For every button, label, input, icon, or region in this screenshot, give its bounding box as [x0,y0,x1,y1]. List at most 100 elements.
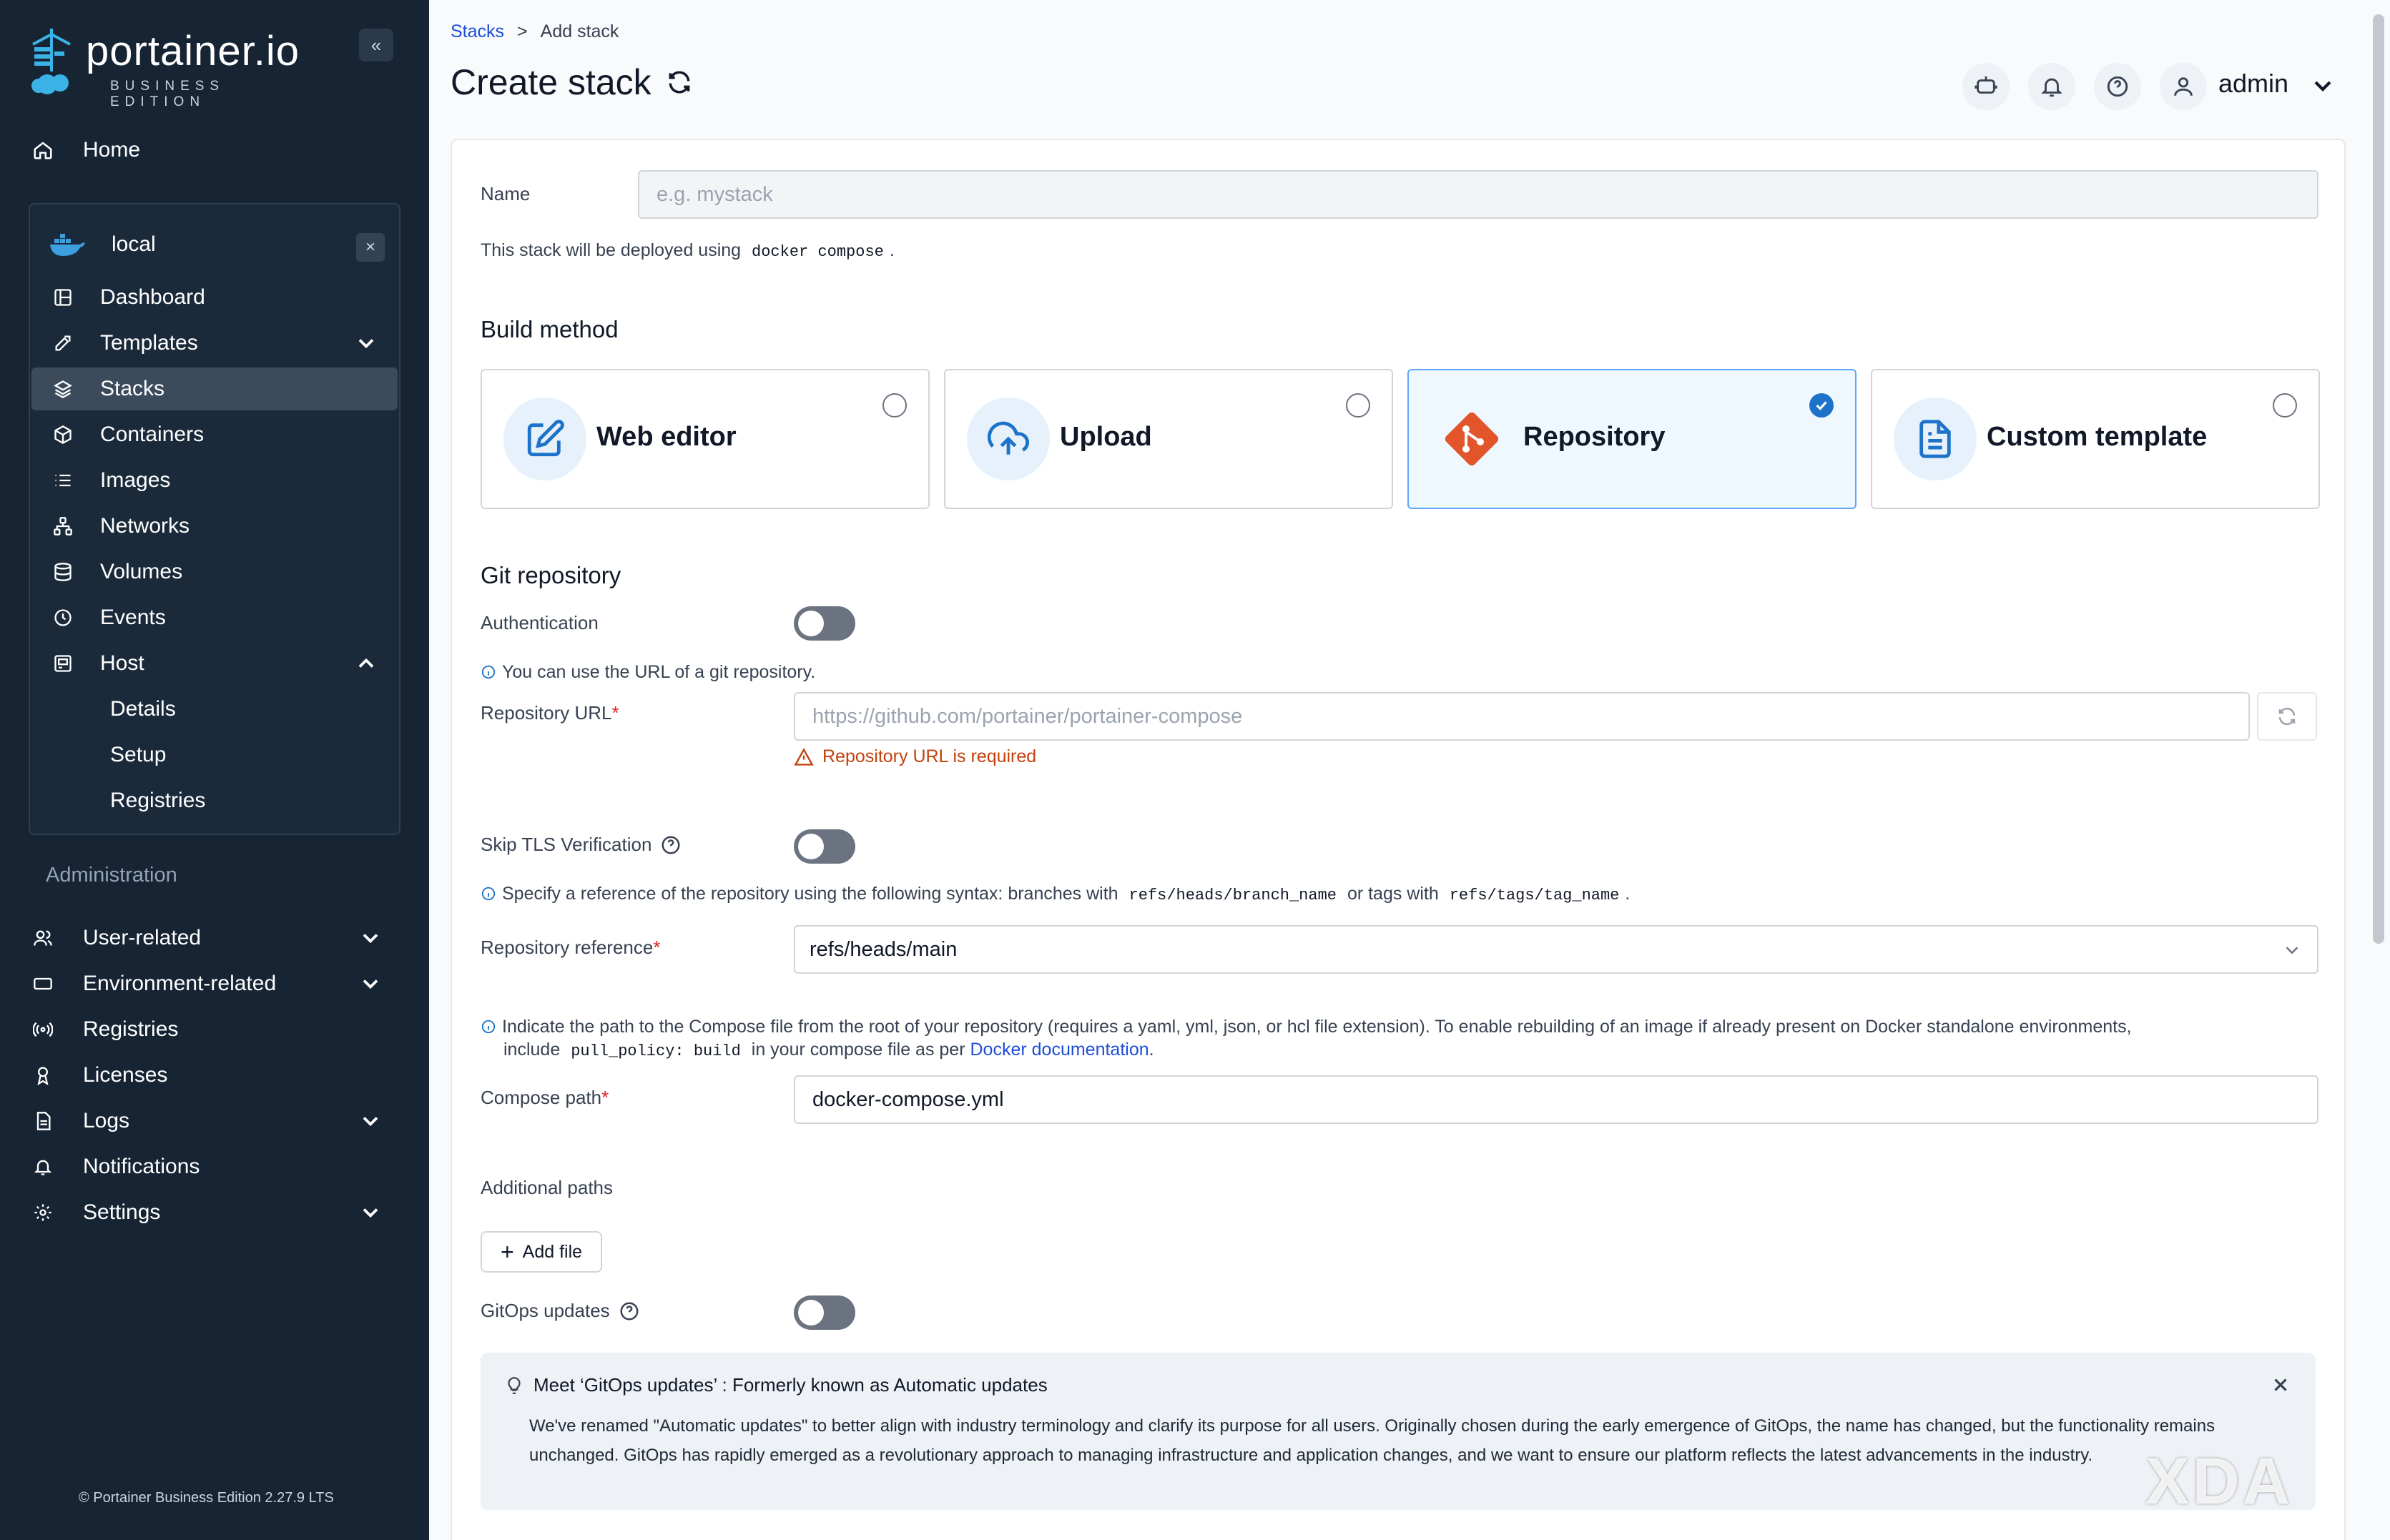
close-icon[interactable] [2270,1374,2291,1396]
reference-note-text: Specify a reference of the repository us… [502,884,1118,904]
skip-tls-toggle[interactable] [794,829,855,864]
repository-reference-select[interactable]: refs/heads/main [794,925,2318,974]
additional-paths-label: Additional paths [481,1177,614,1198]
skip-tls-label-text: Skip TLS Verification [481,834,652,855]
sidebar-subitem-setup[interactable]: Setup [110,734,166,776]
sidebar-item-label: Images [100,468,171,492]
environment-icon [29,969,57,998]
settings-icon [29,1198,57,1227]
method-radio[interactable] [2273,393,2297,418]
repository-url-input[interactable] [794,692,2250,741]
git-icon [1445,412,1499,466]
repository-url-label-text: Repository URL [481,702,612,724]
lightbulb-icon [508,1376,521,1394]
notifications-button[interactable] [2028,63,2075,110]
build-method-heading: Build method [481,316,619,342]
banner-body: We've renamed "Automatic updates" to bet… [529,1416,2216,1465]
docker-documentation-link[interactable]: Docker documentation [970,1040,1149,1060]
templates-icon [49,329,77,357]
banner-title: Meet ‘GitOps updates’ : Formerly known a… [505,1374,1048,1396]
scrollbar-thumb[interactable] [2373,14,2384,944]
double-chevron-left-icon: « [370,34,382,56]
sidebar-item-templates[interactable]: Templates [49,322,398,365]
url-note-text: You can use the URL of a git repository. [502,662,816,682]
refresh-icon[interactable] [666,69,693,96]
help-circle-icon[interactable] [660,834,682,856]
chevron-down-icon [363,934,378,944]
environment-panel: local × Dashboard Templates Stacks Conta… [29,203,400,835]
method-upload[interactable]: Upload [944,369,1393,509]
method-radio[interactable] [1346,393,1370,418]
sidebar-item-volumes[interactable]: Volumes [49,551,398,593]
sidebar-item-label: Stacks [100,377,165,400]
sidebar-item-containers[interactable]: Containers [49,413,398,456]
method-radio[interactable] [882,393,907,418]
user-avatar[interactable] [2160,63,2207,110]
sidebar-item-licenses[interactable]: Licenses [29,1054,400,1097]
reference-note-code-branch: refs/heads/branch_name [1128,887,1337,904]
sidebar-item-settings[interactable]: Settings [29,1191,400,1234]
warning-icon [794,747,814,766]
portainer-logo[interactable]: portainer.io BUSINESS EDITION [26,26,326,109]
environment-header[interactable]: local × [49,223,385,266]
sidebar-item-environment-related[interactable]: Environment-related [29,962,400,1005]
method-web-editor[interactable]: Web editor [481,369,930,509]
close-environment-button[interactable]: × [356,233,385,262]
containers-icon [49,420,77,449]
bell-icon [2041,78,2062,97]
sidebar-item-label: Dashboard [100,285,205,309]
chevron-down-icon[interactable] [2308,71,2337,100]
authentication-toggle[interactable] [794,606,855,641]
method-label: Repository [1523,422,1666,452]
method-radio-selected[interactable] [1809,393,1834,418]
breadcrumb-stacks-link[interactable]: Stacks [451,21,504,42]
add-file-button[interactable]: + Add file [481,1231,602,1273]
sidebar-item-label: Settings [83,1200,161,1224]
sidebar-item-home[interactable]: Home [29,129,400,172]
compose-path-note-code: pull_policy: build [571,1042,741,1060]
refresh-url-button[interactable] [2257,692,2317,741]
reference-note: Specify a reference of the repository us… [481,884,1630,904]
chevron-down-icon [363,1117,378,1127]
plus-icon: + [500,1239,514,1265]
sidebar-item-dashboard[interactable]: Dashboard [49,276,398,319]
xda-watermark: XDA [2145,1445,2293,1518]
sidebar-item-events[interactable]: Events [49,596,398,639]
method-icon-bubble [1894,398,1977,480]
gitops-label: GitOps updates [481,1300,640,1322]
repository-reference-value: refs/heads/main [810,937,958,961]
method-custom-template[interactable]: Custom template [1871,369,2320,509]
help-button[interactable] [2094,63,2141,110]
feedback-button[interactable] [1962,63,2010,110]
gitops-toggle[interactable] [794,1295,855,1330]
edit-icon [527,420,564,457]
sidebar-subitem-details[interactable]: Details [110,688,176,731]
sidebar-item-stacks[interactable]: Stacks [31,367,398,410]
sidebar-subitem-registries[interactable]: Registries [110,779,205,822]
chevron-up-icon [358,658,374,668]
collapse-sidebar-button[interactable]: « [359,29,393,61]
method-repository[interactable]: Repository [1407,369,1857,509]
banner-title-text: Meet ‘GitOps updates’ : Formerly known a… [533,1374,1048,1396]
upload-cloud-icon [988,421,1029,455]
sidebar-item-images[interactable]: Images [49,459,398,502]
chevron-down-icon [363,1208,378,1218]
compose-path-input[interactable] [794,1075,2318,1124]
chat-bot-icon [1975,76,1997,94]
reference-note-mid: or tags with [1347,884,1439,904]
help-circle-icon[interactable] [619,1300,640,1322]
deploy-note-code: docker compose [752,243,884,261]
sidebar-item-logs[interactable]: Logs [29,1100,400,1142]
networks-icon [49,512,77,541]
stack-name-input[interactable] [638,170,2318,219]
sidebar-item-notifications[interactable]: Notifications [29,1145,400,1188]
sidebar-item-registries[interactable]: Registries [29,1008,400,1051]
sidebar-item-user-related[interactable]: User-related [29,917,400,959]
add-file-label: Add file [522,1241,583,1262]
environment-name: local [112,232,156,256]
dashboard-icon [49,283,77,312]
help-circle-icon [2107,76,2128,97]
sidebar-item-host[interactable]: Host [49,642,398,685]
sidebar-item-networks[interactable]: Networks [49,505,398,548]
user-name[interactable]: admin [2218,69,2288,99]
